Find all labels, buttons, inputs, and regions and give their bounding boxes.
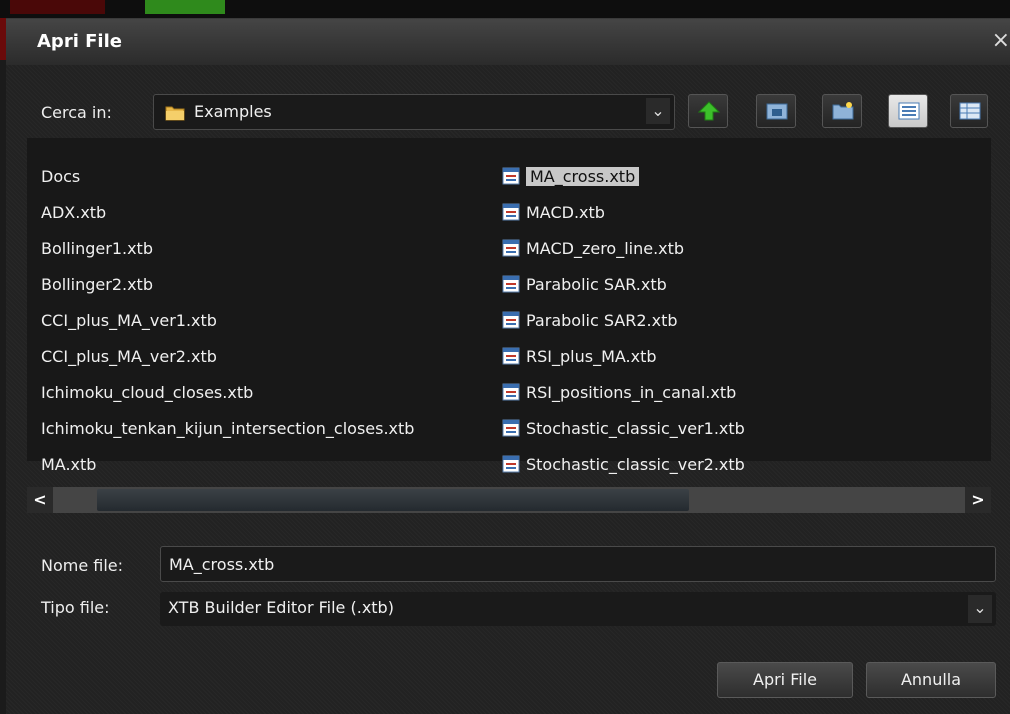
filetype-dropdown[interactable]: XTB Builder Editor File (.xtb) ⌄ [160, 592, 996, 626]
list-item[interactable]: MACD_zero_line.xtb [502, 239, 684, 262]
list-item-label: RSI_positions_in_canal.xtb [526, 383, 737, 402]
xtb-file-icon [502, 347, 520, 370]
open-file-button[interactable]: Apri File [717, 662, 853, 698]
filename-input[interactable]: MA_cross.xtb [160, 546, 996, 582]
xtb-file-icon [502, 275, 520, 298]
list-item[interactable]: RSI_plus_MA.xtb [502, 347, 657, 370]
list-item-label: Stochastic_classic_ver2.xtb [526, 455, 745, 474]
list-item-label: RSI_plus_MA.xtb [526, 347, 657, 366]
chevron-down-icon[interactable]: ⌄ [646, 98, 670, 124]
cancel-button[interactable]: Annulla [866, 662, 996, 698]
xtb-file-icon [502, 203, 520, 226]
scroll-right-icon[interactable]: > [965, 487, 991, 513]
list-item[interactable]: Parabolic SAR2.xtb [502, 311, 678, 334]
list-view-button[interactable] [888, 94, 928, 128]
list-item[interactable]: Bollinger1.xtb [41, 239, 153, 259]
xtb-file-icon [502, 167, 520, 190]
chevron-down-icon[interactable]: ⌄ [968, 595, 992, 623]
up-folder-button[interactable] [688, 94, 728, 128]
list-item[interactable]: MACD.xtb [502, 203, 605, 226]
xtb-file-icon [502, 455, 520, 478]
filetype-label: Tipo file: [41, 598, 110, 617]
xtb-file-icon [502, 419, 520, 442]
list-item[interactable]: Stochastic_classic_ver1.xtb [502, 419, 745, 442]
xtb-file-icon [502, 239, 520, 262]
list-item-label: Stochastic_classic_ver1.xtb [526, 419, 745, 438]
list-item-label: Parabolic SAR2.xtb [526, 311, 678, 330]
list-item[interactable]: CCI_plus_MA_ver1.xtb [41, 311, 217, 331]
horizontal-scrollbar[interactable]: < > [27, 487, 991, 513]
list-item-label: MACD.xtb [526, 203, 605, 222]
background-app-strip [0, 0, 1010, 18]
look-in-dropdown[interactable]: Examples ⌄ [153, 94, 675, 130]
list-item[interactable]: CCI_plus_MA_ver2.xtb [41, 347, 217, 367]
list-item-label: MA_cross.xtb [526, 167, 640, 186]
background-tab-green [145, 0, 225, 14]
scroll-left-icon[interactable]: < [27, 487, 53, 513]
list-item[interactable]: MA.xtb [41, 455, 96, 475]
look-in-label: Cerca in: [41, 103, 112, 122]
filetype-value: XTB Builder Editor File (.xtb) [168, 598, 394, 617]
look-in-value: Examples [194, 102, 272, 121]
details-view-button[interactable] [950, 94, 988, 128]
filename-value: MA_cross.xtb [169, 555, 275, 574]
folder-icon [165, 104, 185, 125]
list-item[interactable]: Ichimoku_tenkan_kijun_intersection_close… [41, 419, 414, 439]
list-item[interactable]: Ichimoku_cloud_closes.xtb [41, 383, 253, 403]
list-item[interactable]: Stochastic_classic_ver2.xtb [502, 455, 745, 478]
list-item[interactable]: Bollinger2.xtb [41, 275, 153, 295]
dialog-title: Apri File [37, 31, 122, 52]
xtb-file-icon [502, 311, 520, 334]
scrollbar-thumb[interactable] [97, 489, 689, 511]
list-item[interactable]: MA_cross.xtb [502, 167, 640, 190]
dialog-titlebar[interactable]: Apri File × [6, 19, 1010, 65]
folder-item-docs[interactable]: Docs [41, 167, 80, 187]
list-item[interactable]: RSI_positions_in_canal.xtb [502, 383, 736, 406]
list-item-label: Parabolic SAR.xtb [526, 275, 667, 294]
background-tab-red [10, 0, 105, 14]
home-folder-button[interactable] [756, 94, 796, 128]
new-folder-button[interactable] [822, 94, 862, 128]
list-item-label: MACD_zero_line.xtb [526, 239, 685, 258]
list-item[interactable]: Parabolic SAR.xtb [502, 275, 667, 298]
xtb-file-icon [502, 383, 520, 406]
filename-label: Nome file: [41, 556, 124, 575]
close-icon[interactable]: × [992, 30, 1010, 52]
list-item[interactable]: ADX.xtb [41, 203, 106, 223]
